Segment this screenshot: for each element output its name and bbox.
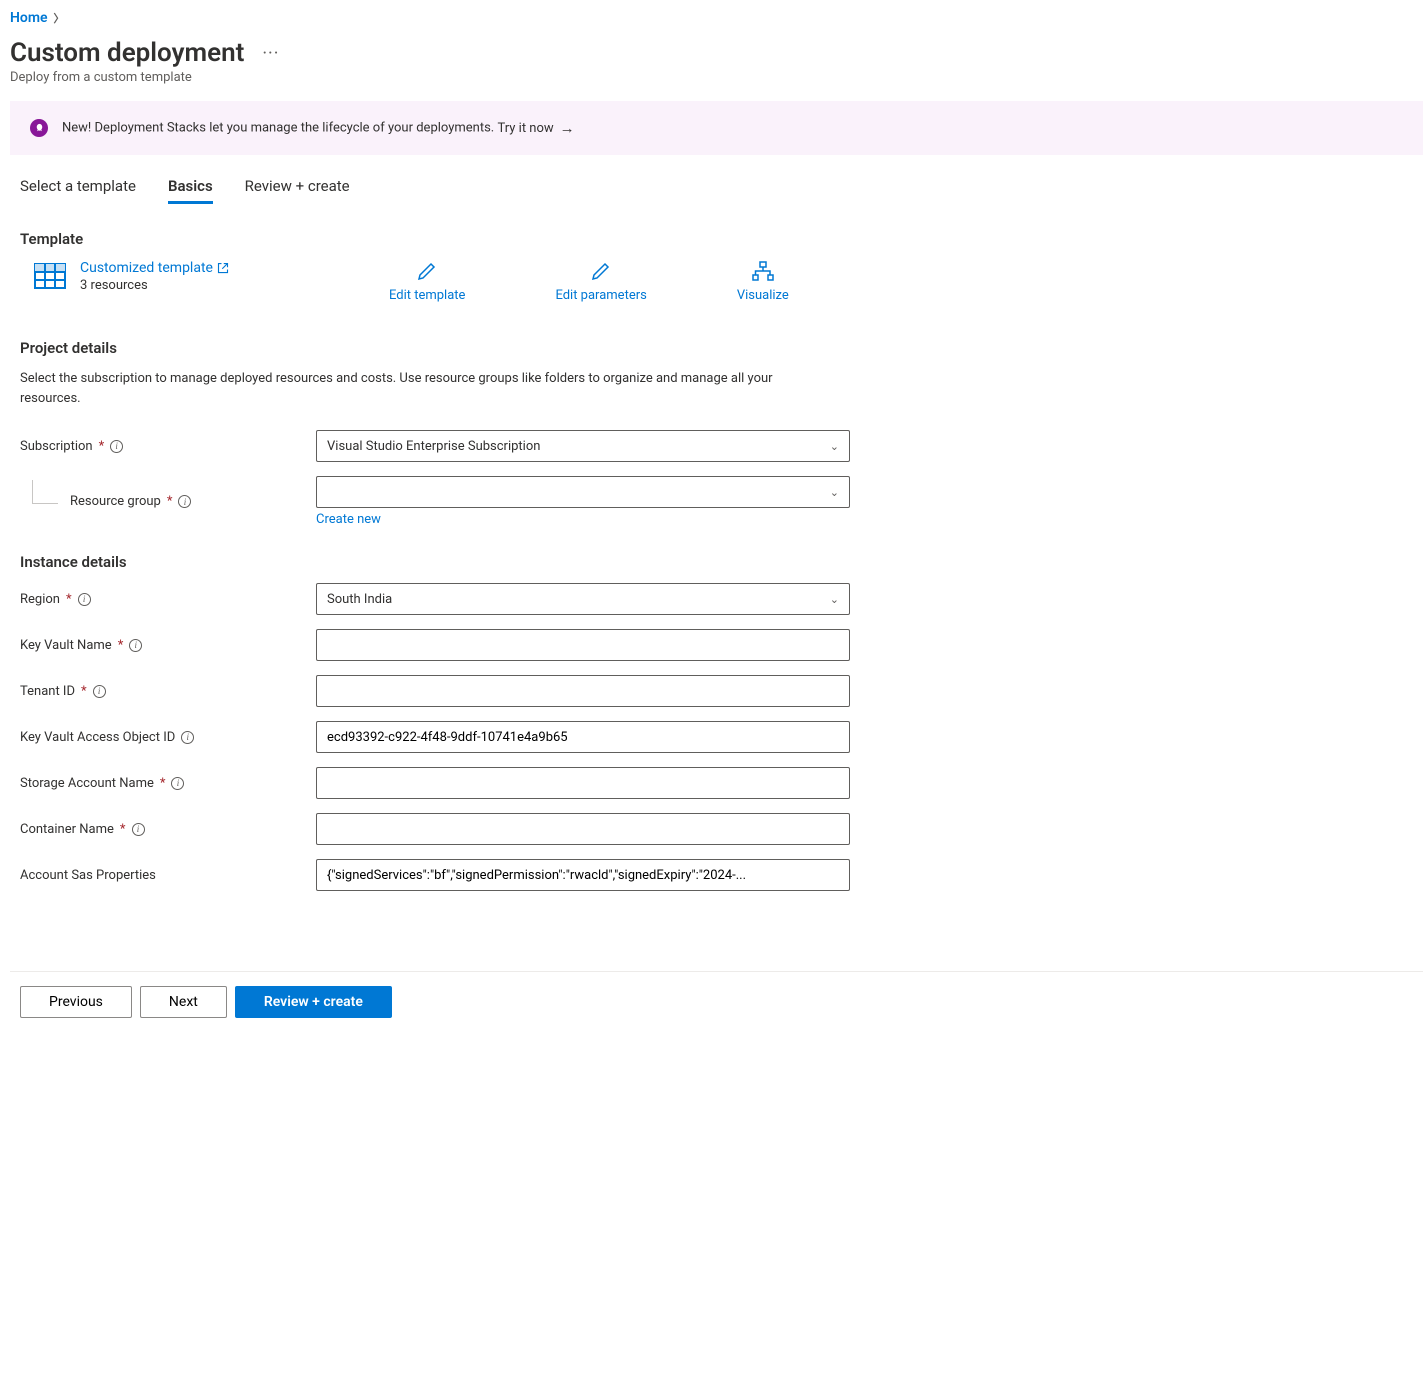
info-icon[interactable]: i <box>110 440 123 453</box>
rocket-icon <box>30 119 48 137</box>
template-icon <box>34 260 66 292</box>
chevron-down-icon: ⌄ <box>830 593 839 606</box>
template-card: Customized template 3 resources <box>34 260 229 293</box>
chevron-down-icon: ⌄ <box>830 440 839 453</box>
visualize-button[interactable]: Visualize <box>737 260 789 303</box>
page-subtitle: Deploy from a custom template <box>10 70 1423 85</box>
region-label: Region <box>20 592 60 607</box>
info-banner: New! Deployment Stacks let you manage th… <box>10 101 1423 155</box>
resource-group-label: Resource group <box>70 494 161 509</box>
kv-access-object-id-input[interactable] <box>316 721 850 753</box>
storage-account-name-label: Storage Account Name <box>20 776 154 791</box>
chevron-right-icon: 〉 <box>54 10 65 26</box>
info-icon[interactable]: i <box>181 731 194 744</box>
breadcrumb: Home 〉 <box>10 10 1423 26</box>
kv-access-object-id-label: Key Vault Access Object ID <box>20 730 175 745</box>
required-indicator: * <box>66 592 72 607</box>
required-indicator: * <box>120 822 126 837</box>
container-name-label: Container Name <box>20 822 114 837</box>
key-vault-name-input[interactable] <box>316 629 850 661</box>
region-select[interactable]: South India ⌄ <box>316 583 850 615</box>
key-vault-name-label: Key Vault Name <box>20 638 112 653</box>
edit-template-button[interactable]: Edit template <box>389 260 465 303</box>
external-link-icon <box>217 262 229 274</box>
chevron-down-icon: ⌄ <box>830 486 839 499</box>
tab-basics[interactable]: Basics <box>168 177 213 204</box>
info-icon[interactable]: i <box>171 777 184 790</box>
previous-button[interactable]: Previous <box>20 986 132 1018</box>
tree-connector <box>32 480 58 504</box>
pencil-icon <box>590 260 612 282</box>
required-indicator: * <box>81 684 87 699</box>
tabs: Select a template Basics Review + create <box>10 177 1423 204</box>
tenant-id-label: Tenant ID <box>20 684 75 699</box>
review-create-button[interactable]: Review + create <box>235 986 392 1018</box>
container-name-input[interactable] <box>316 813 850 845</box>
account-sas-label: Account Sas Properties <box>20 868 156 883</box>
required-indicator: * <box>118 638 124 653</box>
subscription-select[interactable]: Visual Studio Enterprise Subscription ⌄ <box>316 430 850 462</box>
more-menu-button[interactable]: ··· <box>262 43 279 64</box>
info-icon[interactable]: i <box>93 685 106 698</box>
tab-review-create[interactable]: Review + create <box>245 177 350 204</box>
hierarchy-icon <box>752 260 774 282</box>
tenant-id-input[interactable] <box>316 675 850 707</box>
breadcrumb-home[interactable]: Home <box>10 10 48 26</box>
storage-account-name-input[interactable] <box>316 767 850 799</box>
subscription-label: Subscription <box>20 439 93 454</box>
account-sas-input[interactable] <box>316 859 850 891</box>
instance-details-heading: Instance details <box>10 553 1423 571</box>
info-icon[interactable]: i <box>78 593 91 606</box>
resource-group-select[interactable]: ⌄ <box>316 476 850 508</box>
next-button[interactable]: Next <box>140 986 227 1018</box>
project-details-heading: Project details <box>10 339 1423 357</box>
footer-bar: Previous Next Review + create <box>10 971 1423 1032</box>
template-heading: Template <box>10 230 1423 248</box>
info-icon[interactable]: i <box>129 639 142 652</box>
banner-try-link[interactable]: Try it now → <box>497 119 574 137</box>
info-icon[interactable]: i <box>132 823 145 836</box>
banner-text: New! Deployment Stacks let you manage th… <box>62 119 575 137</box>
arrow-right-icon: → <box>560 119 575 137</box>
edit-parameters-button[interactable]: Edit parameters <box>555 260 646 303</box>
required-indicator: * <box>167 494 173 509</box>
tab-select-template[interactable]: Select a template <box>20 177 136 204</box>
page-title: Custom deployment <box>10 38 244 68</box>
create-new-link[interactable]: Create new <box>316 512 381 527</box>
template-resources-count: 3 resources <box>80 278 229 293</box>
pencil-icon <box>416 260 438 282</box>
required-indicator: * <box>160 776 166 791</box>
required-indicator: * <box>99 439 105 454</box>
info-icon[interactable]: i <box>178 495 191 508</box>
project-details-description: Select the subscription to manage deploy… <box>10 369 800 408</box>
customized-template-link[interactable]: Customized template <box>80 260 229 276</box>
